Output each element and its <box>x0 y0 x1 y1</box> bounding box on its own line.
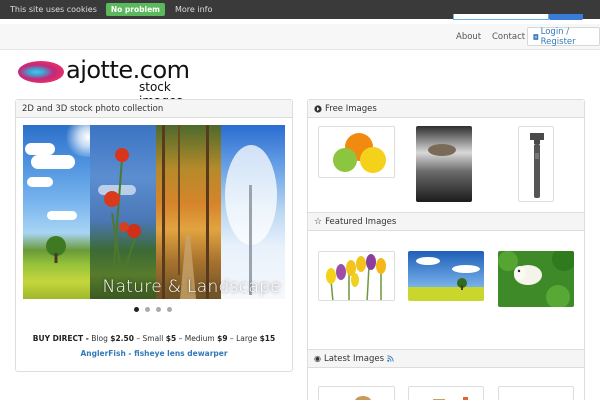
star-icon: ☆ <box>314 216 323 227</box>
price-label: Blog <box>91 334 108 343</box>
pricing-line: BUY DIRECT - Blog $2.50 – Small $5 – Med… <box>32 334 276 343</box>
latest-image-thumb[interactable] <box>498 386 574 400</box>
price-value: $5 <box>165 334 177 343</box>
login-register-button[interactable]: Login / Register <box>527 26 600 47</box>
nav-contact-link[interactable]: Contact <box>492 32 525 42</box>
circle-arrow-icon <box>314 104 322 113</box>
cookie-more-info-link[interactable]: More info <box>175 5 212 14</box>
cookie-message: This site uses cookies <box>10 5 97 14</box>
login-register-label: Login / Register <box>540 26 576 47</box>
free-image-thumb[interactable] <box>416 126 472 202</box>
latest-images-title: Latest Images <box>323 353 385 364</box>
slider-pagination <box>134 307 172 312</box>
featured-image-thumb[interactable] <box>408 251 484 301</box>
price-label: Small <box>142 334 164 343</box>
free-images-header: Free Images <box>308 100 584 118</box>
eye-icon: ◉ <box>314 354 321 363</box>
search-button[interactable] <box>549 14 583 20</box>
price-value: $15 <box>259 334 276 343</box>
slide-caption: Nature & Landscape <box>102 277 281 297</box>
latest-images-panel: ◉ Latest Images <box>307 349 585 400</box>
price-label: Large <box>236 334 258 343</box>
search-input[interactable] <box>453 14 549 20</box>
featured-image-thumb[interactable] <box>318 251 395 301</box>
featured-images-header: ☆ Featured Images <box>308 213 584 231</box>
slide-strip-autumn <box>156 125 221 299</box>
slide-strip-winter <box>221 125 285 299</box>
featured-image-thumb[interactable] <box>498 251 574 307</box>
collection-panel-title: 2D and 3D stock photo collection <box>16 100 292 118</box>
collection-panel: 2D and 3D stock photo collection Nature … <box>15 99 293 372</box>
slide-strip-spring <box>90 125 156 299</box>
document-icon <box>533 33 539 40</box>
free-images-panel: Free Images <box>307 99 585 219</box>
slider-dot[interactable] <box>167 307 172 312</box>
slider-dot[interactable] <box>134 307 139 312</box>
site-logo[interactable]: ajotte.com stock images <box>18 56 203 108</box>
top-navbar: About Contact Login / Register <box>0 24 600 50</box>
featured-images-title: Featured Images <box>325 216 397 227</box>
image-slider[interactable]: Nature & Landscape <box>23 125 285 299</box>
free-image-thumb[interactable] <box>318 126 395 178</box>
free-image-thumb[interactable] <box>518 126 554 202</box>
logo-lens-icon <box>18 61 64 83</box>
latest-image-thumb[interactable] <box>318 386 395 400</box>
rss-icon[interactable] <box>387 355 394 362</box>
price-label: Medium <box>184 334 215 343</box>
price-value: $9 <box>217 334 228 343</box>
anglerfish-link[interactable]: AnglerFish - fisheye lens dewarper <box>16 349 292 358</box>
latest-images-header: ◉ Latest Images <box>308 350 584 368</box>
price-value: $2.50 <box>110 334 134 343</box>
latest-image-thumb[interactable] <box>408 386 484 400</box>
buy-direct-label: BUY DIRECT - <box>32 334 89 343</box>
free-images-title: Free Images <box>325 103 377 114</box>
nav-about-link[interactable]: About <box>456 32 481 42</box>
slider-dot[interactable] <box>156 307 161 312</box>
slider-dot[interactable] <box>145 307 150 312</box>
cookie-accept-button[interactable]: No problem <box>105 3 165 16</box>
featured-images-panel: ☆ Featured Images <box>307 212 585 352</box>
